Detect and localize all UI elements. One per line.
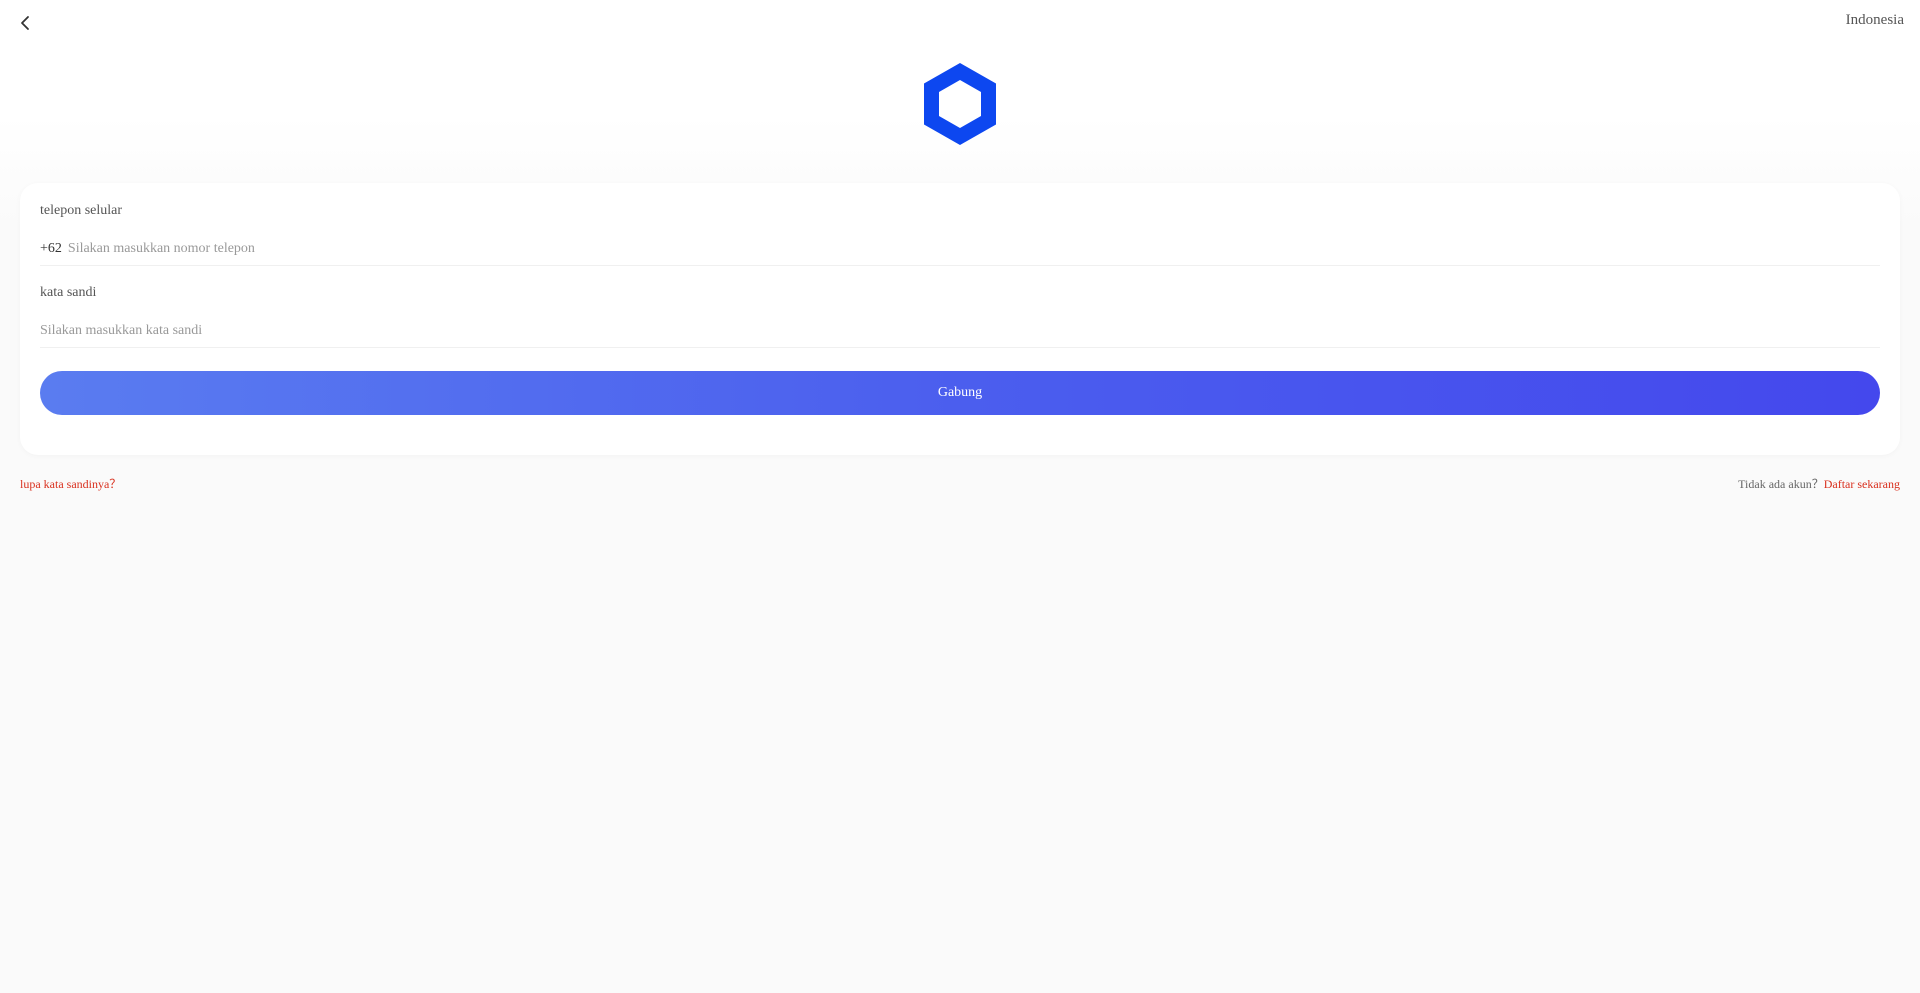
phone-input[interactable] (67, 234, 1880, 264)
forgot-password-link[interactable]: lupa kata sandinya？ (20, 475, 121, 492)
password-input[interactable] (40, 316, 1880, 346)
no-account-text: Tidak ada akun？ (1738, 477, 1824, 491)
register-link[interactable]: Daftar sekarang (1824, 477, 1900, 491)
password-field-row (40, 315, 1880, 348)
register-prompt-row: Tidak ada akun？Daftar sekarang (1738, 475, 1900, 492)
login-button[interactable]: Gabung (40, 371, 1880, 415)
app-logo (924, 63, 996, 145)
back-button[interactable] (14, 12, 36, 34)
phone-label: telepon selular (40, 203, 123, 218)
language-selector[interactable]: Indonesia (1846, 12, 1904, 29)
country-code[interactable]: +62 (40, 241, 62, 257)
hexagon-logo-icon (924, 63, 996, 145)
chevron-left-icon (21, 16, 29, 30)
phone-field-row: +62 (40, 233, 1880, 266)
password-label: kata sandi (40, 285, 97, 300)
login-card: telepon selular +62 kata sandi Gabung (20, 183, 1900, 455)
